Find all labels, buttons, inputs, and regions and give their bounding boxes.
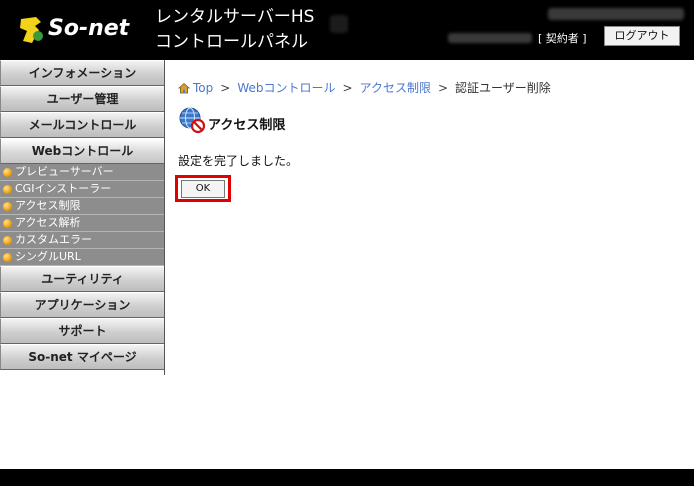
ok-button[interactable]: OK [181,180,225,198]
submenu-label: アクセス制限 [15,199,81,212]
submenu-item-preview-server[interactable]: プレビューサーバー [0,164,164,181]
app-title: レンタルサーバーHS コントロールパネル [155,5,314,55]
app-header: So-net レンタルサーバーHS コントロールパネル [ 契約者 ] ログアウ… [0,0,694,60]
submenu-item-cgi-installer[interactable]: CGIインストーラー [0,181,164,198]
sidebar-item-my-page[interactable]: So-net マイページ [0,344,164,370]
orange-bullet-icon [3,201,12,211]
breadcrumb: Top > Webコントロール > アクセス制限 > 認証ユーザー削除 [177,79,551,96]
submenu-item-single-url[interactable]: シングルURL [0,249,164,266]
sidebar-item-application[interactable]: アプリケーション [0,292,164,318]
so-net-logo-icon [20,17,43,43]
submenu-label: カスタムエラー [15,233,92,246]
orange-bullet-icon [3,235,12,245]
orange-bullet-icon [3,184,12,194]
breadcrumb-current: 認証ユーザー削除 [455,81,551,95]
breadcrumb-separator: > [342,80,353,95]
submenu-item-access-limit[interactable]: アクセス制限 [0,198,164,215]
orange-bullet-icon [3,218,12,228]
sidebar-item-information[interactable]: インフォメーション [0,60,164,86]
footer-bar [0,469,694,486]
sidebar-item-support[interactable]: サポート [0,318,164,344]
globe-prohibited-icon [179,107,206,134]
sidebar-nav: インフォメーション ユーザー管理 メールコントロール Webコントロール プレビ… [0,60,165,375]
submenu-item-custom-error[interactable]: カスタムエラー [0,232,164,249]
submenu-label: アクセス解析 [15,216,81,229]
app-title-line1: レンタルサーバーHS [155,7,315,27]
redacted-deco [330,15,348,33]
sidebar-item-mail-control[interactable]: メールコントロール [0,112,164,138]
redacted-user-id [448,33,532,43]
page-title: アクセス制限 [208,118,286,133]
status-message: 設定を完了しました。 [178,154,299,168]
app-title-line2: コントロールパネル [155,32,308,52]
breadcrumb-separator: > [220,80,231,95]
redacted-account-info [548,8,684,20]
breadcrumb-separator: > [437,80,449,95]
breadcrumb-web-control-link[interactable]: Webコントロール [237,79,335,96]
contract-label: [ 契約者 ] [538,32,587,45]
orange-bullet-icon [3,167,12,177]
logo-text: So-net [48,16,130,41]
logout-button[interactable]: ログアウト [604,26,680,46]
submenu-label: シングルURL [15,250,81,263]
submenu-item-access-analysis[interactable]: アクセス解析 [0,215,164,232]
so-net-logo[interactable]: So-net [14,14,144,46]
breadcrumb-access-limit-link[interactable]: アクセス制限 [360,79,431,96]
breadcrumb-top-link[interactable]: Top [193,81,213,95]
sidebar-item-utility[interactable]: ユーティリティ [0,266,164,292]
home-icon [177,82,191,94]
sidebar-item-user-management[interactable]: ユーザー管理 [0,86,164,112]
orange-bullet-icon [3,252,12,262]
submenu-label: CGIインストーラー [15,182,112,195]
submenu-label: プレビューサーバー [15,165,114,178]
sidebar-item-web-control[interactable]: Webコントロール [0,138,164,164]
